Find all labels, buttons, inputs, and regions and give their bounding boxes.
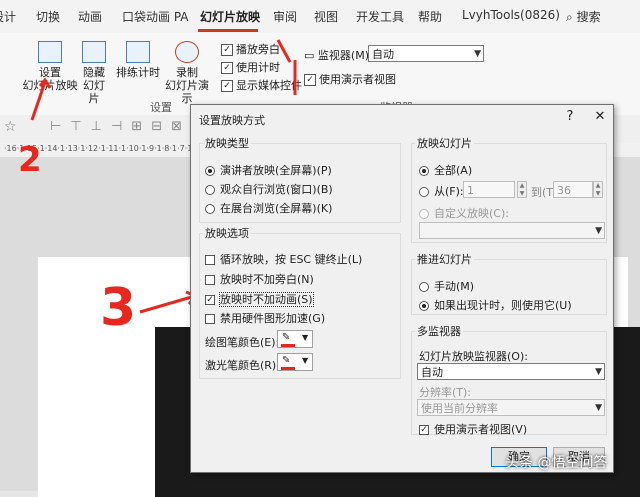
radio-from-slide[interactable]: 从(F):	[419, 183, 464, 199]
close-icon[interactable]: ✕	[589, 108, 611, 126]
slideshow-monitor-label: 幻灯片放映监视器(O):	[419, 350, 528, 363]
radio-browsed-window[interactable]: 观众自行浏览(窗口)(B)	[205, 181, 333, 197]
help-icon[interactable]: ?	[559, 108, 581, 126]
arrow-to-setup	[30, 81, 47, 121]
no-animation-checkbox[interactable]: ✓ 放映时不加动画(S)	[205, 291, 314, 307]
chevron-down-icon: ▼	[595, 367, 602, 377]
custom-show-select[interactable]: ▼	[419, 222, 605, 239]
pen-color-button[interactable]: ✎ ▼	[277, 330, 313, 348]
watermark: 头条 @悟空问答	[505, 455, 608, 471]
no-narration-checkbox[interactable]: 放映时不加旁白(N)	[205, 271, 314, 287]
pen-color-swatch	[281, 344, 295, 347]
laser-color-swatch	[281, 367, 295, 370]
laser-color-label: 激光笔颜色(R):	[205, 359, 280, 372]
pen-color-label: 绘图笔颜色(E):	[205, 336, 280, 349]
from-spin-arrows[interactable]: ▲ ▼	[517, 181, 527, 198]
setup-show-dialog: 设置放映方式 ? ✕ 放映类型 演讲者放映(全屏幕)(P) 观众自行浏览(窗口)…	[190, 104, 614, 473]
radio-kiosk[interactable]: 在展台浏览(全屏幕)(K)	[205, 200, 332, 216]
use-presenter-view-checkbox[interactable]: ✓ 使用演示者视图(V)	[419, 421, 527, 437]
chevron-down-icon: ▼	[302, 333, 309, 342]
pen-icon: ✎	[282, 332, 291, 343]
chevron-down-icon: ▼	[302, 356, 309, 365]
to-spin-arrows[interactable]: ▲ ▼	[593, 181, 603, 198]
to-slide-input[interactable]: 36	[553, 181, 593, 198]
dialog-title: 设置放映方式	[199, 114, 265, 127]
laser-pen-icon: ✎	[282, 355, 291, 366]
radio-manual[interactable]: 手动(M)	[419, 278, 474, 294]
radio-use-timings[interactable]: 如果出现计时，则使用它(U)	[419, 297, 572, 313]
from-slide-input[interactable]: 1	[463, 181, 515, 198]
loop-checkbox[interactable]: 循环放映，按 ESC 键终止(L)	[205, 251, 362, 267]
arrow-to-tab	[276, 39, 297, 95]
radio-custom-show[interactable]: 自定义放映(C):	[419, 205, 509, 221]
chevron-down-icon: ▼	[595, 226, 602, 236]
radio-presenter[interactable]: 演讲者放映(全屏幕)(P)	[205, 162, 332, 178]
disable-hw-accel-checkbox[interactable]: 禁用硬件图形加速(G)	[205, 310, 325, 326]
arrow-to-option	[139, 294, 196, 314]
resolution-label: 分辨率(T):	[419, 386, 472, 399]
slideshow-monitor-select[interactable]: 自动 ▼	[417, 363, 605, 380]
chevron-down-icon: ▼	[595, 403, 602, 413]
resolution-select[interactable]: 使用当前分辨率 ▼	[417, 399, 605, 416]
laser-color-button[interactable]: ✎ ▼	[277, 353, 313, 371]
radio-all-slides[interactable]: 全部(A)	[419, 162, 472, 178]
